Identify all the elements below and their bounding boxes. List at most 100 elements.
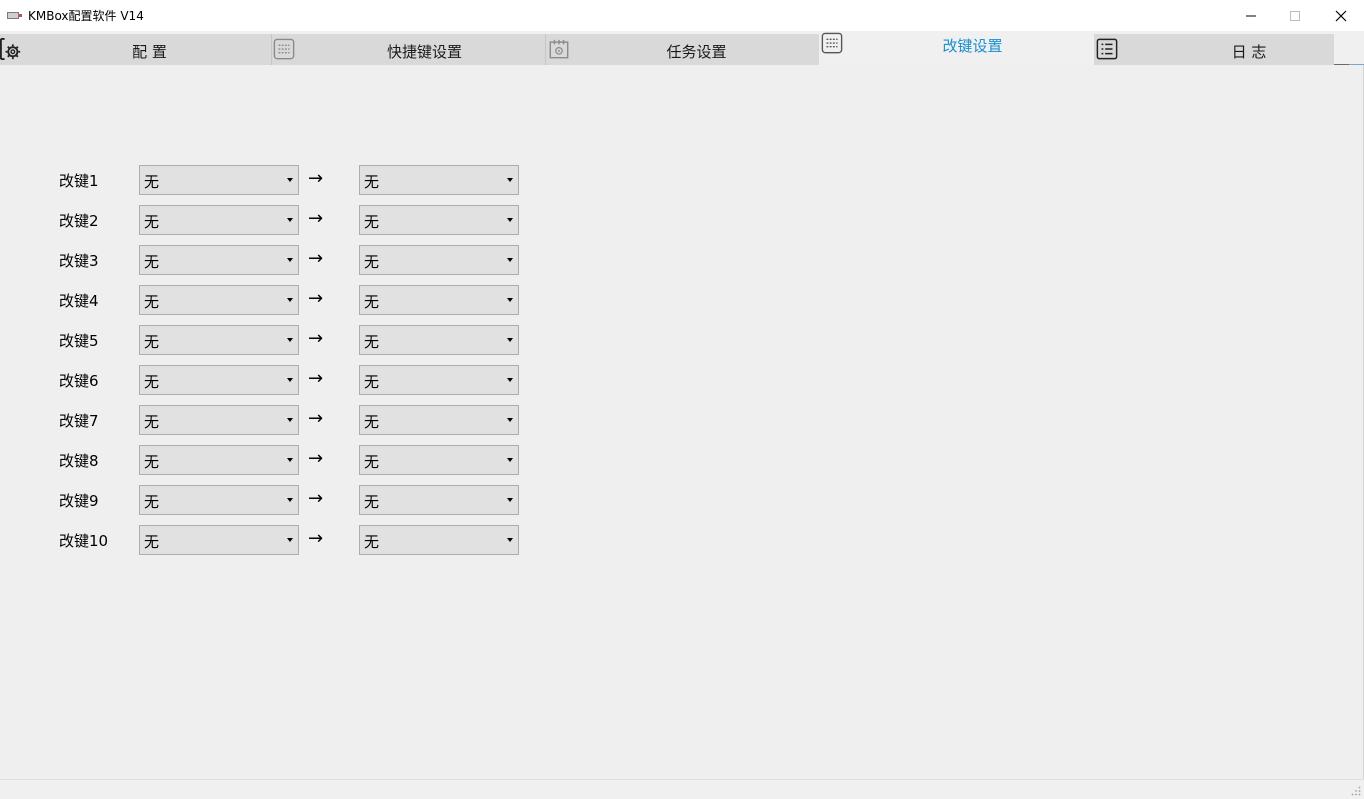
remap-from-select[interactable]: 无 [139, 285, 299, 315]
remap-to-value: 无 [364, 173, 380, 191]
dropdown-arrow-icon [287, 418, 293, 422]
remap-to-value: 无 [364, 333, 380, 351]
remap-row-label: 改键10 [59, 532, 109, 550]
remap-row-label: 改键4 [59, 292, 99, 310]
right-arrow-icon: → [308, 408, 324, 429]
remap-from-select[interactable]: 无 [139, 365, 299, 395]
dropdown-arrow-icon [287, 338, 293, 342]
remap-row-label: 改键5 [59, 332, 99, 350]
maximize-button[interactable] [1272, 0, 1318, 31]
remap-from-select[interactable]: 无 [139, 245, 299, 275]
remap-to-value: 无 [364, 413, 380, 431]
remap-from-value: 无 [144, 293, 160, 311]
remap-to-select[interactable]: 无 [359, 365, 519, 395]
remap-to-value: 无 [364, 453, 380, 471]
remap-to-value: 无 [364, 373, 380, 391]
tab-remap[interactable]: 改键设置 [819, 31, 1094, 65]
remap-to-value: 无 [364, 493, 380, 511]
tab-bar: 配 置 快捷键设置 任务设置 改键设置 日 志 [0, 31, 1364, 91]
remap-from-value: 无 [144, 493, 160, 511]
tab-log-label: 日 志 [1231, 43, 1267, 61]
remap-from-value: 无 [144, 533, 160, 551]
tab-remap-label: 改键设置 [942, 37, 1003, 55]
remap-to-value: 无 [364, 253, 380, 271]
remap-to-value: 无 [364, 213, 380, 231]
minimize-button[interactable] [1228, 0, 1274, 31]
remap-row-label: 改键3 [59, 252, 99, 270]
right-arrow-icon: → [308, 288, 324, 309]
dropdown-arrow-icon [507, 498, 513, 502]
remap-to-select[interactable]: 无 [359, 525, 519, 555]
remap-panel: 改键1 无无 → 改键2 无无 → 改键3 无无 → 改键4 无无 → 改键5 无无 → 改键6 无无 → 改键7 无… [0, 65, 1364, 779]
dropdown-arrow-icon [507, 218, 513, 222]
remap-to-value: 无 [364, 293, 380, 311]
remap-from-value: 无 [144, 333, 160, 351]
remap-from-select[interactable]: 无 [139, 485, 299, 515]
minimize-icon [1246, 15, 1256, 16]
dropdown-arrow-icon [507, 458, 513, 462]
tab-log[interactable]: 日 志 [1094, 34, 1334, 65]
remap-to-select[interactable]: 无 [359, 285, 519, 315]
dropdown-arrow-icon [287, 258, 293, 262]
dropdown-arrow-icon [287, 498, 293, 502]
dropdown-arrow-icon [287, 378, 293, 382]
resize-grip-icon[interactable] [1351, 786, 1361, 796]
remap-row-label: 改键1 [59, 172, 99, 190]
remap-to-select[interactable]: 无 [359, 445, 519, 475]
right-arrow-icon: → [308, 208, 324, 229]
tab-hotkey[interactable]: 快捷键设置 [272, 34, 545, 65]
remap-row-label: 改键8 [59, 452, 99, 470]
dropdown-arrow-icon [507, 338, 513, 342]
right-arrow-icon: → [308, 168, 324, 189]
tab-task-label: 任务设置 [666, 43, 727, 61]
dropdown-arrow-icon [287, 218, 293, 222]
remap-from-select[interactable]: 无 [139, 205, 299, 235]
right-arrow-icon: → [308, 488, 324, 509]
remap-row-label: 改键6 [59, 372, 99, 390]
remap-row-label: 改键7 [59, 412, 99, 430]
remap-row-label: 改键2 [59, 212, 99, 230]
maximize-icon [1290, 10, 1300, 21]
remap-from-select[interactable]: 无 [139, 405, 299, 435]
dropdown-arrow-icon [287, 458, 293, 462]
remap-from-value: 无 [144, 453, 160, 471]
remap-from-value: 无 [144, 173, 160, 191]
remap-to-select[interactable]: 无 [359, 325, 519, 355]
right-arrow-icon: → [308, 528, 324, 549]
remap-to-select[interactable]: 无 [359, 165, 519, 195]
remap-from-select[interactable]: 无 [139, 445, 299, 475]
tab-config-label: 配 置 [132, 43, 167, 61]
remap-from-select[interactable]: 无 [139, 325, 299, 355]
remap-from-value: 无 [144, 253, 160, 271]
window-title: KMBox配置软件 V14 [28, 9, 144, 23]
remap-to-select[interactable]: 无 [359, 405, 519, 435]
dropdown-arrow-icon [287, 538, 293, 542]
list-icon [1096, 38, 1118, 60]
tab-hotkey-label: 快捷键设置 [386, 43, 462, 61]
dropdown-arrow-icon [507, 378, 513, 382]
tab-task[interactable]: 任务设置 [546, 34, 819, 65]
tab-config[interactable]: 配 置 [0, 34, 271, 65]
remap-to-select[interactable]: 无 [359, 205, 519, 235]
close-button[interactable] [1318, 0, 1364, 31]
dropdown-arrow-icon [287, 298, 293, 302]
dropdown-arrow-icon [507, 418, 513, 422]
title-bar: KMBox配置软件 V14 [0, 0, 1364, 31]
remap-from-value: 无 [144, 213, 160, 231]
status-bar [0, 779, 1364, 799]
close-icon [1335, 10, 1347, 21]
right-arrow-icon: → [308, 368, 324, 389]
remap-from-select[interactable]: 无 [139, 165, 299, 195]
dropdown-arrow-icon [287, 178, 293, 182]
remap-from-value: 无 [144, 413, 160, 431]
right-arrow-icon: → [308, 248, 324, 269]
remap-row-label: 改键9 [59, 492, 99, 510]
right-arrow-icon: → [308, 448, 324, 469]
remap-to-select[interactable]: 无 [359, 485, 519, 515]
dropdown-arrow-icon [507, 298, 513, 302]
right-arrow-icon: → [308, 328, 324, 349]
remap-to-value: 无 [364, 533, 380, 551]
remap-from-select[interactable]: 无 [139, 525, 299, 555]
dropdown-arrow-icon [507, 538, 513, 542]
remap-to-select[interactable]: 无 [359, 245, 519, 275]
